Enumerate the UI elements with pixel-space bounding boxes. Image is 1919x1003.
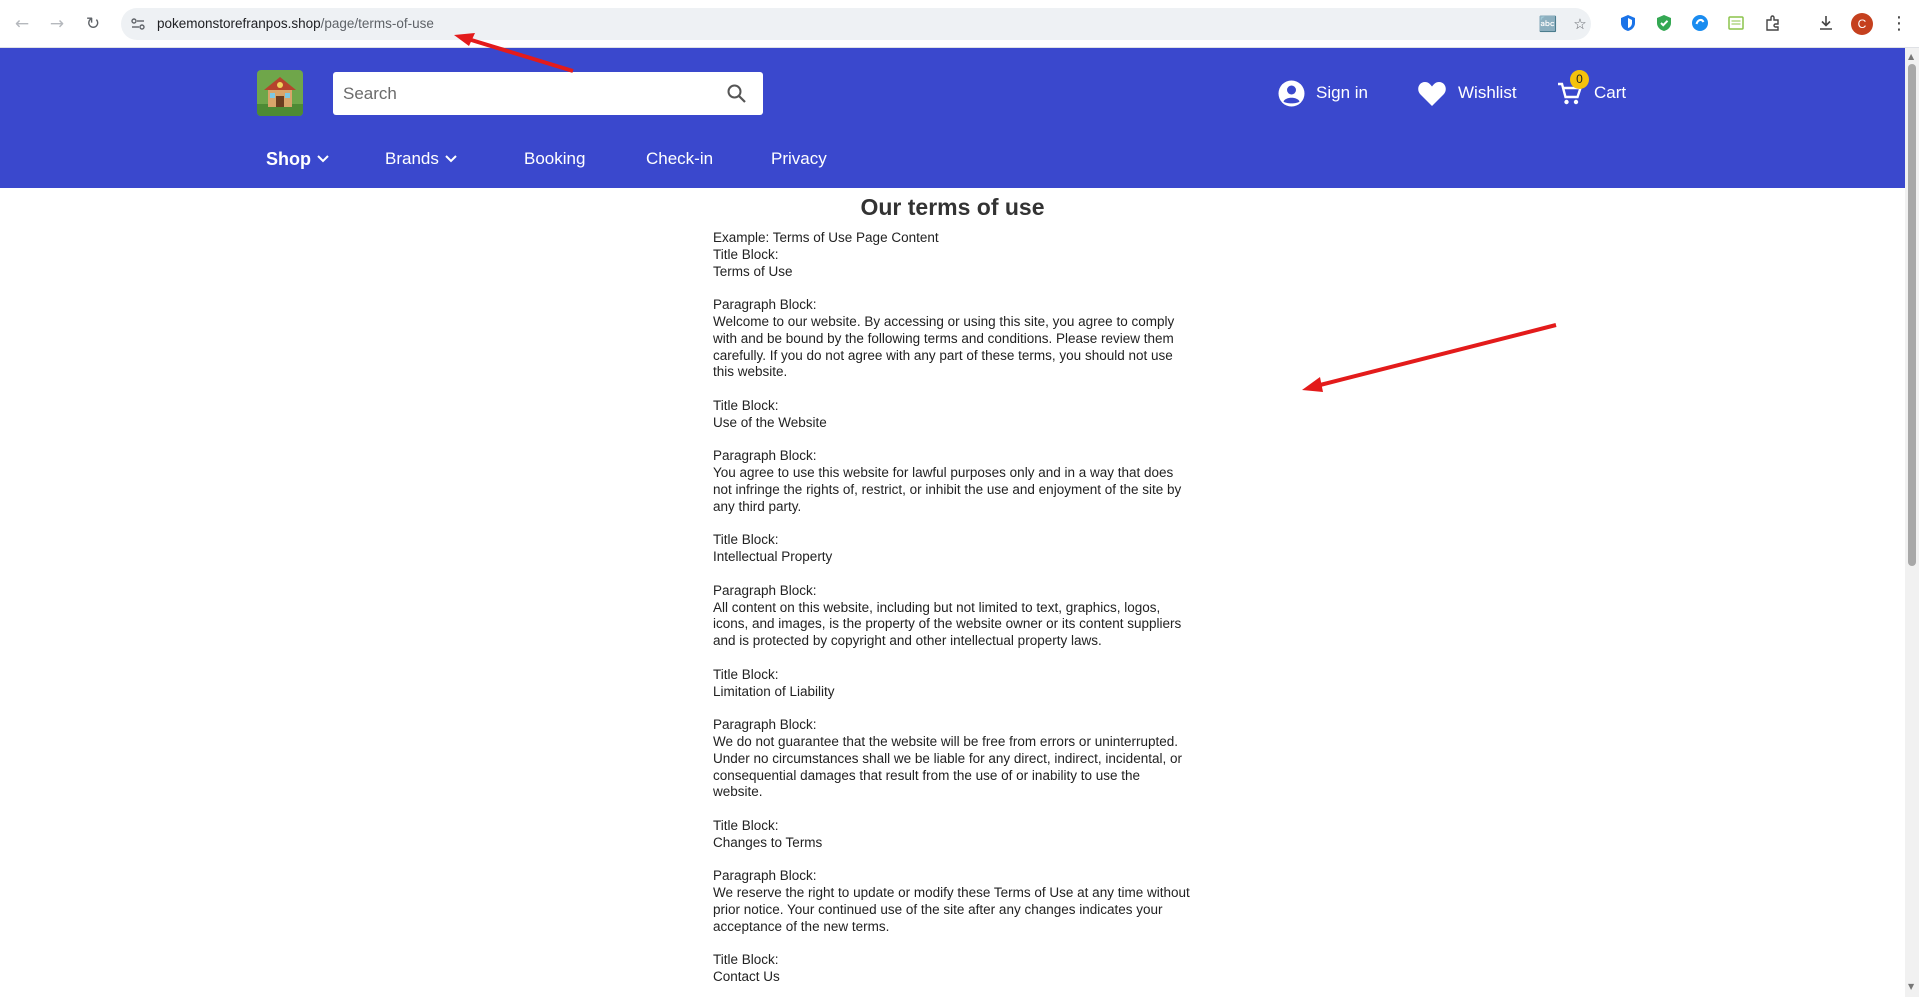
content-block: Title Block: Terms of Use: [713, 247, 1193, 281]
wishlist-link[interactable]: Wishlist: [1417, 78, 1517, 108]
block-label: Title Block:: [713, 817, 779, 833]
extensions-icon[interactable]: [1763, 13, 1783, 33]
content-block: Paragraph Block: You agree to use this w…: [713, 448, 1193, 515]
nav-shop[interactable]: Shop: [266, 144, 329, 174]
block-text: Contact Us: [713, 969, 780, 985]
cart-link[interactable]: Cart: [1556, 78, 1626, 108]
sign-in-label: Sign in: [1316, 83, 1368, 102]
nav-checkin[interactable]: Check-in: [646, 144, 713, 174]
nav-booking-label: Booking: [524, 149, 586, 168]
browser-toolbar: ← → ↻ pokemonstorefranpos.shop/page/term…: [0, 0, 1919, 48]
block-text: All content on this website, including b…: [713, 599, 1182, 649]
block-text: We do not guarantee that the website wil…: [713, 733, 1182, 800]
site-header: Sign in Wishlist Cart 0 Shop Brands Book…: [0, 48, 1905, 188]
profile-avatar[interactable]: C: [1851, 13, 1873, 35]
sheet-extension-icon[interactable]: [1726, 13, 1746, 33]
chevron-down-icon: [445, 155, 457, 163]
nav-brands-label: Brands: [385, 149, 439, 168]
shield-extension-icon[interactable]: [1618, 13, 1638, 33]
content-block: Title Block: Contact Us: [713, 952, 1193, 986]
block-label: Paragraph Block:: [713, 582, 817, 598]
block-text: Use of the Website: [713, 414, 827, 430]
blue-circle-extension-icon[interactable]: [1690, 13, 1710, 33]
content-block: Title Block: Use of the Website: [713, 398, 1193, 432]
block-text: You agree to use this website for lawful…: [713, 465, 1182, 514]
block-label: Title Block:: [713, 532, 779, 548]
translate-icon[interactable]: 🔤: [1536, 16, 1560, 32]
content-block: Paragraph Block: We do not guarantee tha…: [713, 717, 1193, 801]
block-label: Title Block:: [713, 952, 779, 968]
block-label: Title Block:: [713, 246, 779, 262]
sign-in-link[interactable]: Sign in: [1278, 78, 1368, 108]
scroll-up-icon[interactable]: ▲: [1908, 52, 1914, 61]
block-text: Intellectual Property: [713, 549, 833, 565]
scrollbar-thumb[interactable]: [1908, 64, 1916, 566]
block-text: Limitation of Liability: [713, 683, 835, 699]
block-label: Paragraph Block:: [713, 297, 817, 313]
nav-brands[interactable]: Brands: [385, 144, 457, 174]
content-block: Paragraph Block: All content on this web…: [713, 583, 1193, 650]
content-block: Title Block: Changes to Terms: [713, 818, 1193, 852]
block-text: Changes to Terms: [713, 834, 823, 850]
block-label: Paragraph Block:: [713, 717, 817, 733]
account-icon: [1278, 80, 1305, 106]
bookmark-star-icon[interactable]: ☆: [1568, 16, 1592, 32]
block-label: Paragraph Block:: [713, 448, 817, 464]
address-bar[interactable]: pokemonstorefranpos.shop/page/terms-of-u…: [121, 8, 1591, 40]
nav-privacy-label: Privacy: [771, 149, 827, 168]
heart-icon: [1418, 81, 1446, 106]
cart-count-badge: 0: [1570, 70, 1589, 89]
page-title: Our terms of use: [860, 194, 1045, 220]
content-annotation-arrow: [1302, 323, 1557, 392]
block-label: Title Block:: [713, 397, 779, 413]
search-icon[interactable]: [726, 83, 747, 104]
green-shield-extension-icon[interactable]: [1654, 13, 1674, 33]
nav-privacy[interactable]: Privacy: [771, 144, 827, 174]
download-icon[interactable]: [1816, 13, 1836, 33]
content-block: Title Block: Limitation of Liability: [713, 667, 1193, 701]
block-label: Title Block:: [713, 666, 779, 682]
site-info-icon[interactable]: [130, 16, 146, 32]
wishlist-label: Wishlist: [1458, 83, 1517, 102]
block-text: We reserve the right to update or modify…: [713, 885, 1190, 934]
forward-icon[interactable]: →: [45, 12, 69, 36]
back-icon[interactable]: ←: [10, 12, 34, 36]
block-label: Paragraph Block:: [713, 868, 817, 884]
nav-checkin-label: Check-in: [646, 149, 714, 168]
search-input[interactable]: [333, 72, 713, 115]
chevron-down-icon: [317, 155, 329, 163]
terms-content: Example: Terms of Use Page Content Title…: [713, 230, 1193, 1003]
search-bar: [333, 72, 763, 115]
cart-label: Cart: [1594, 83, 1627, 102]
content-block: Paragraph Block: Welcome to our website.…: [713, 297, 1193, 381]
content-intro: Example: Terms of Use Page Content: [713, 230, 939, 245]
store-logo[interactable]: [257, 70, 303, 116]
nav-booking[interactable]: Booking: [524, 144, 585, 174]
scroll-down-icon[interactable]: ▼: [1908, 982, 1914, 991]
page-scrollbar[interactable]: ▲ ▼: [1905, 48, 1919, 997]
block-text: Terms of Use: [713, 263, 793, 279]
reload-icon[interactable]: ↻: [81, 12, 105, 36]
block-text: Welcome to our website. By accessing or …: [713, 313, 1175, 380]
url-text[interactable]: pokemonstorefranpos.shop/page/terms-of-u…: [157, 16, 434, 31]
content-block: Paragraph Block: We reserve the right to…: [713, 868, 1193, 935]
nav-shop-label: Shop: [266, 148, 311, 169]
menu-icon[interactable]: ⋮: [1889, 12, 1909, 36]
content-block: Title Block: Intellectual Property: [713, 532, 1193, 566]
